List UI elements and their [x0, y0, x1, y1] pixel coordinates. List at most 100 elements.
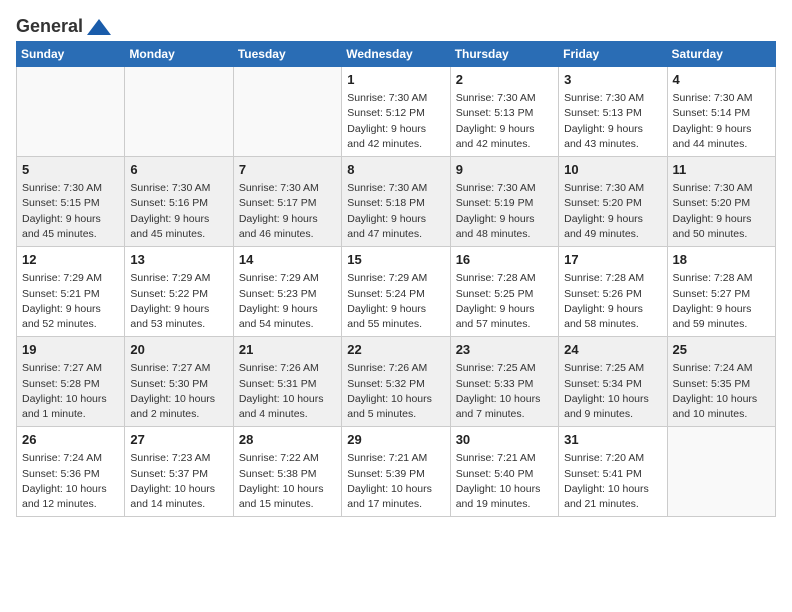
- day-number: 19: [22, 341, 119, 359]
- calendar-cell: 8Sunrise: 7:30 AM Sunset: 5:18 PM Daylig…: [342, 157, 450, 247]
- day-number: 25: [673, 341, 770, 359]
- day-info: Sunrise: 7:30 AM Sunset: 5:13 PM Dayligh…: [564, 91, 661, 152]
- calendar-cell: 14 Sunrise: 7:29 AM Sunset: 5:23 PM Dayli…: [233, 247, 341, 337]
- day-number: 6: [130, 161, 227, 179]
- weekday-header-thursday: Thursday: [450, 42, 558, 67]
- day-info: Sunrise: 7:24 AM Sunset: 5:35 PM Dayligh…: [673, 361, 770, 422]
- day-info: Sunrise: 7:21 AM Sunset: 5:40 PM Dayligh…: [456, 451, 553, 512]
- day-number: 11: [673, 161, 770, 179]
- day-info: Sunrise: 7:30 AM Sunset: 5:12 PM Dayligh…: [347, 91, 444, 152]
- day-number: 24: [564, 341, 661, 359]
- day-info: Sunrise: 7:30 AM Sunset: 5:17 PM Dayligh…: [239, 181, 336, 242]
- calendar-cell: 22 Sunrise: 7:26 AM Sunset: 5:32 PM Dayli…: [342, 337, 450, 427]
- calendar-week-1: 1 Sunrise: 7:30 AM Sunset: 5:12 PM Daylig…: [17, 67, 776, 157]
- calendar-cell: 16Sunrise: 7:28 AM Sunset: 5:25 PM Dayli…: [450, 247, 558, 337]
- day-info: Sunrise: 7:29 AM Sunset: 5:23 PM Dayligh…: [239, 271, 336, 332]
- day-number: 30: [456, 431, 553, 449]
- day-info: Sunrise: 7:30 AM Sunset: 5:20 PM Dayligh…: [673, 181, 770, 242]
- calendar-cell: [17, 67, 125, 157]
- day-info: Sunrise: 7:25 AM Sunset: 5:33 PM Dayligh…: [456, 361, 553, 422]
- day-info: Sunrise: 7:30 AM Sunset: 5:19 PM Dayligh…: [456, 181, 553, 242]
- day-number: 28: [239, 431, 336, 449]
- calendar-cell: 10 Sunrise: 7:30 AM Sunset: 5:20 PM Dayli…: [559, 157, 667, 247]
- calendar-cell: 20 Sunrise: 7:27 AM Sunset: 5:30 PM Dayli…: [125, 337, 233, 427]
- day-info: Sunrise: 7:30 AM Sunset: 5:15 PM Dayligh…: [22, 181, 119, 242]
- day-number: 29: [347, 431, 444, 449]
- weekday-header-wednesday: Wednesday: [342, 42, 450, 67]
- calendar-cell: [233, 67, 341, 157]
- day-info: Sunrise: 7:26 AM Sunset: 5:32 PM Dayligh…: [347, 361, 444, 422]
- day-info: Sunrise: 7:24 AM Sunset: 5:36 PM Dayligh…: [22, 451, 119, 512]
- day-number: 12: [22, 251, 119, 269]
- calendar-cell: 30 Sunrise: 7:21 AM Sunset: 5:40 PM Dayli…: [450, 427, 558, 517]
- day-number: 2: [456, 71, 553, 89]
- day-info: Sunrise: 7:26 AM Sunset: 5:31 PM Dayligh…: [239, 361, 336, 422]
- day-number: 21: [239, 341, 336, 359]
- weekday-header-saturday: Saturday: [667, 42, 775, 67]
- day-info: Sunrise: 7:29 AM Sunset: 5:22 PM Dayligh…: [130, 271, 227, 332]
- day-info: Sunrise: 7:28 AM Sunset: 5:26 PM Dayligh…: [564, 271, 661, 332]
- day-number: 10: [564, 161, 661, 179]
- calendar-cell: 13 Sunrise: 7:29 AM Sunset: 5:22 PM Dayli…: [125, 247, 233, 337]
- day-number: 22: [347, 341, 444, 359]
- calendar-cell: 25 Sunrise: 7:24 AM Sunset: 5:35 PM Dayli…: [667, 337, 775, 427]
- calendar-week-4: 19 Sunrise: 7:27 AM Sunset: 5:28 PM Dayli…: [17, 337, 776, 427]
- day-info: Sunrise: 7:22 AM Sunset: 5:38 PM Dayligh…: [239, 451, 336, 512]
- day-number: 14: [239, 251, 336, 269]
- day-info: Sunrise: 7:30 AM Sunset: 5:14 PM Dayligh…: [673, 91, 770, 152]
- day-number: 1: [347, 71, 444, 89]
- day-number: 15: [347, 251, 444, 269]
- calendar-week-2: 5 Sunrise: 7:30 AM Sunset: 5:15 PM Daylig…: [17, 157, 776, 247]
- day-number: 8: [347, 161, 444, 179]
- day-info: Sunrise: 7:29 AM Sunset: 5:24 PM Dayligh…: [347, 271, 444, 332]
- calendar-cell: [125, 67, 233, 157]
- day-info: Sunrise: 7:25 AM Sunset: 5:34 PM Dayligh…: [564, 361, 661, 422]
- day-number: 31: [564, 431, 661, 449]
- calendar-cell: [667, 427, 775, 517]
- weekday-header-monday: Monday: [125, 42, 233, 67]
- day-number: 27: [130, 431, 227, 449]
- calendar-cell: 5 Sunrise: 7:30 AM Sunset: 5:15 PM Daylig…: [17, 157, 125, 247]
- calendar-cell: 11 Sunrise: 7:30 AM Sunset: 5:20 PM Dayli…: [667, 157, 775, 247]
- logo-icon: [85, 17, 113, 37]
- calendar-cell: 28 Sunrise: 7:22 AM Sunset: 5:38 PM Dayli…: [233, 427, 341, 517]
- calendar-cell: 1 Sunrise: 7:30 AM Sunset: 5:12 PM Daylig…: [342, 67, 450, 157]
- day-number: 7: [239, 161, 336, 179]
- calendar-cell: 24 Sunrise: 7:25 AM Sunset: 5:34 PM Dayli…: [559, 337, 667, 427]
- calendar-cell: 7 Sunrise: 7:30 AM Sunset: 5:17 PM Daylig…: [233, 157, 341, 247]
- calendar-cell: 31 Sunrise: 7:20 AM Sunset: 5:41 PM Dayli…: [559, 427, 667, 517]
- day-number: 26: [22, 431, 119, 449]
- day-info: Sunrise: 7:23 AM Sunset: 5:37 PM Dayligh…: [130, 451, 227, 512]
- day-info: Sunrise: 7:27 AM Sunset: 5:28 PM Dayligh…: [22, 361, 119, 422]
- day-number: 3: [564, 71, 661, 89]
- day-number: 9: [456, 161, 553, 179]
- day-info: Sunrise: 7:20 AM Sunset: 5:41 PM Dayligh…: [564, 451, 661, 512]
- day-info: Sunrise: 7:21 AM Sunset: 5:39 PM Dayligh…: [347, 451, 444, 512]
- calendar-cell: 4Sunrise: 7:30 AM Sunset: 5:14 PM Daylig…: [667, 67, 775, 157]
- calendar-cell: 17Sunrise: 7:28 AM Sunset: 5:26 PM Dayli…: [559, 247, 667, 337]
- calendar-cell: 27 Sunrise: 7:23 AM Sunset: 5:37 PM Dayli…: [125, 427, 233, 517]
- day-number: 13: [130, 251, 227, 269]
- calendar-week-5: 26 Sunrise: 7:24 AM Sunset: 5:36 PM Dayli…: [17, 427, 776, 517]
- day-number: 23: [456, 341, 553, 359]
- calendar-cell: 2Sunrise: 7:30 AM Sunset: 5:13 PM Daylig…: [450, 67, 558, 157]
- calendar-cell: 18Sunrise: 7:28 AM Sunset: 5:27 PM Dayli…: [667, 247, 775, 337]
- day-info: Sunrise: 7:27 AM Sunset: 5:30 PM Dayligh…: [130, 361, 227, 422]
- weekday-header-row: SundayMondayTuesdayWednesdayThursdayFrid…: [17, 42, 776, 67]
- weekday-header-tuesday: Tuesday: [233, 42, 341, 67]
- day-info: Sunrise: 7:30 AM Sunset: 5:20 PM Dayligh…: [564, 181, 661, 242]
- day-info: Sunrise: 7:28 AM Sunset: 5:27 PM Dayligh…: [673, 271, 770, 332]
- calendar-cell: 3 Sunrise: 7:30 AM Sunset: 5:13 PM Daylig…: [559, 67, 667, 157]
- day-number: 20: [130, 341, 227, 359]
- weekday-header-friday: Friday: [559, 42, 667, 67]
- calendar-cell: 12 Sunrise: 7:29 AM Sunset: 5:21 PM Dayli…: [17, 247, 125, 337]
- day-info: Sunrise: 7:29 AM Sunset: 5:21 PM Dayligh…: [22, 271, 119, 332]
- day-number: 5: [22, 161, 119, 179]
- calendar-cell: 26 Sunrise: 7:24 AM Sunset: 5:36 PM Dayli…: [17, 427, 125, 517]
- calendar-cell: 21 Sunrise: 7:26 AM Sunset: 5:31 PM Dayli…: [233, 337, 341, 427]
- day-info: Sunrise: 7:30 AM Sunset: 5:16 PM Dayligh…: [130, 181, 227, 242]
- calendar-cell: 29 Sunrise: 7:21 AM Sunset: 5:39 PM Dayli…: [342, 427, 450, 517]
- calendar-cell: 19 Sunrise: 7:27 AM Sunset: 5:28 PM Dayli…: [17, 337, 125, 427]
- day-info: Sunrise: 7:28 AM Sunset: 5:25 PM Dayligh…: [456, 271, 553, 332]
- logo-general: General: [16, 16, 83, 37]
